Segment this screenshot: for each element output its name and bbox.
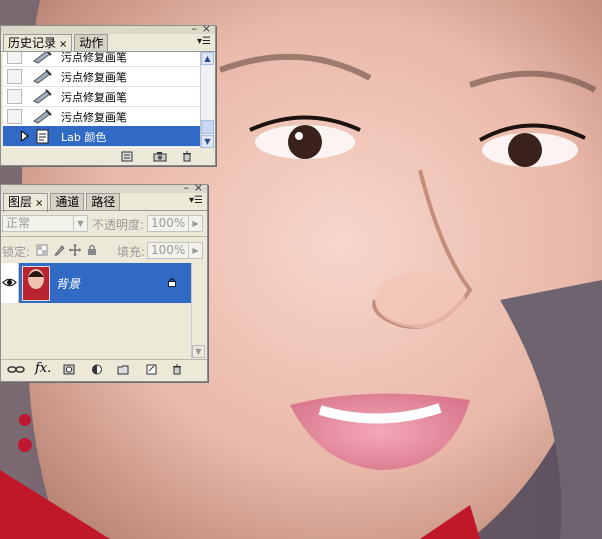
panel-menu-icon[interactable]: ▾☰ <box>189 195 203 206</box>
lock-transparent-pixels-icon[interactable] <box>36 244 48 256</box>
close-icon[interactable]: × <box>202 23 211 34</box>
scroll-up-button[interactable]: ▲ <box>201 52 214 65</box>
eye-icon <box>2 278 17 287</box>
layers-tabs: 图层 × 通道 路径 <box>3 193 122 212</box>
chevron-right-icon: ▶ <box>188 243 202 258</box>
layer-row[interactable]: 背景 <box>1 263 191 303</box>
tab-close-icon[interactable]: × <box>59 39 67 50</box>
history-titlebar[interactable]: – × <box>1 23 215 34</box>
close-icon[interactable]: × <box>194 182 203 193</box>
history-checkbox[interactable] <box>7 89 22 104</box>
trash-icon[interactable] <box>181 151 193 162</box>
history-item[interactable]: 污点修复画笔 <box>3 86 200 107</box>
layers-footer: fx. <box>1 361 207 379</box>
opacity-value: 100% <box>151 216 186 230</box>
layers-scrollbar[interactable]: ▼ <box>191 263 205 358</box>
mask-icon[interactable] <box>63 364 75 375</box>
history-list: 污点修复画笔 污点修复画笔 污点修复画笔 污点修复画笔 Lab 颜色 <box>3 52 200 148</box>
scroll-thumb[interactable] <box>201 120 214 134</box>
layers-titlebar[interactable]: – × <box>1 182 207 193</box>
history-item[interactable]: 污点修复画笔 <box>3 52 200 67</box>
healing-brush-icon <box>33 52 52 64</box>
lab-color-icon <box>36 129 49 144</box>
history-item-label: 污点修复画笔 <box>61 111 127 124</box>
chevron-right-icon: ▶ <box>188 216 202 231</box>
layer-list: 背景 <box>1 263 191 358</box>
new-layer-icon[interactable] <box>145 364 157 375</box>
history-scrollbar[interactable]: ▲ ▼ <box>200 52 214 148</box>
layers-panel: – × 图层 × 通道 路径 ▾☰ 正常 ▼ 不透明度: 100% ▶ 锁定: 填… <box>0 182 208 382</box>
history-state-pointer-icon <box>21 130 29 142</box>
adjustment-icon[interactable] <box>91 364 103 375</box>
divider <box>1 359 207 360</box>
fx-icon[interactable]: fx. <box>35 361 51 376</box>
minimize-icon[interactable]: – <box>184 182 190 193</box>
history-item[interactable]: 污点修复画笔 <box>3 66 200 87</box>
history-item-label: 污点修复画笔 <box>61 71 127 84</box>
layer-visibility-toggle[interactable] <box>1 263 19 303</box>
history-checkbox[interactable] <box>7 69 22 84</box>
tab-layers-label: 图层 <box>8 195 33 209</box>
history-checkbox[interactable] <box>7 109 22 124</box>
healing-brush-icon <box>33 89 52 104</box>
history-item-label: 污点修复画笔 <box>61 91 127 104</box>
tab-history-label: 历史记录 <box>8 36 57 50</box>
tab-actions-label: 动作 <box>79 36 104 50</box>
new-document-from-state-icon[interactable] <box>121 151 133 162</box>
minimize-icon[interactable]: – <box>192 23 198 34</box>
fill-field[interactable]: 100% ▶ <box>147 242 203 259</box>
healing-brush-icon <box>33 109 52 124</box>
lock-image-pixels-icon[interactable] <box>53 244 65 256</box>
panel-menu-icon[interactable]: ▾☰ <box>197 36 211 47</box>
tab-channels-label: 通道 <box>55 195 80 209</box>
scroll-down-button[interactable]: ▼ <box>192 345 205 358</box>
fill-value: 100% <box>151 243 186 257</box>
layer-selected[interactable]: 背景 <box>19 263 191 303</box>
tab-close-icon[interactable]: × <box>35 198 43 209</box>
lock-icon <box>168 278 176 287</box>
tab-paths-label: 路径 <box>91 195 116 209</box>
snapshot-icon[interactable] <box>153 151 167 162</box>
lock-all-icon[interactable] <box>86 244 98 256</box>
blend-mode-value: 正常 <box>6 216 31 230</box>
opacity-field[interactable]: 100% ▶ <box>147 215 203 232</box>
history-item-selected[interactable]: Lab 颜色 <box>3 126 200 147</box>
history-checkbox[interactable] <box>7 52 22 64</box>
history-item-label: 污点修复画笔 <box>61 52 127 64</box>
history-tabs: 历史记录 × 动作 <box>3 34 110 53</box>
blend-mode-select[interactable]: 正常 ▼ <box>2 215 88 232</box>
history-item[interactable]: 污点修复画笔 <box>3 106 200 127</box>
opacity-label: 不透明度: <box>92 218 145 232</box>
tab-divider <box>1 210 207 211</box>
history-checkbox[interactable] <box>7 129 20 142</box>
divider <box>1 236 207 237</box>
tab-actions[interactable]: 动作 <box>74 34 109 52</box>
folder-icon[interactable] <box>117 364 129 375</box>
history-footer <box>1 148 215 166</box>
tab-channels[interactable]: 通道 <box>50 193 85 211</box>
scroll-down-button[interactable]: ▼ <box>201 135 214 148</box>
layer-thumbnail <box>22 266 50 301</box>
lock-position-icon[interactable] <box>69 244 81 256</box>
history-panel: – × 历史记录 × 动作 ▾☰ 污点修复画笔 污点修复画笔 污点修复画笔 污点… <box>0 23 216 166</box>
layer-name[interactable]: 背景 <box>56 275 80 292</box>
link-icon[interactable] <box>7 364 25 375</box>
healing-brush-icon <box>33 69 52 84</box>
tab-paths[interactable]: 路径 <box>86 193 121 211</box>
trash-icon[interactable] <box>171 364 183 375</box>
chevron-down-icon: ▼ <box>73 216 87 231</box>
lock-label: 锁定: <box>2 245 31 259</box>
fill-label: 填充: <box>117 245 146 259</box>
history-item-label: Lab 颜色 <box>61 131 107 144</box>
